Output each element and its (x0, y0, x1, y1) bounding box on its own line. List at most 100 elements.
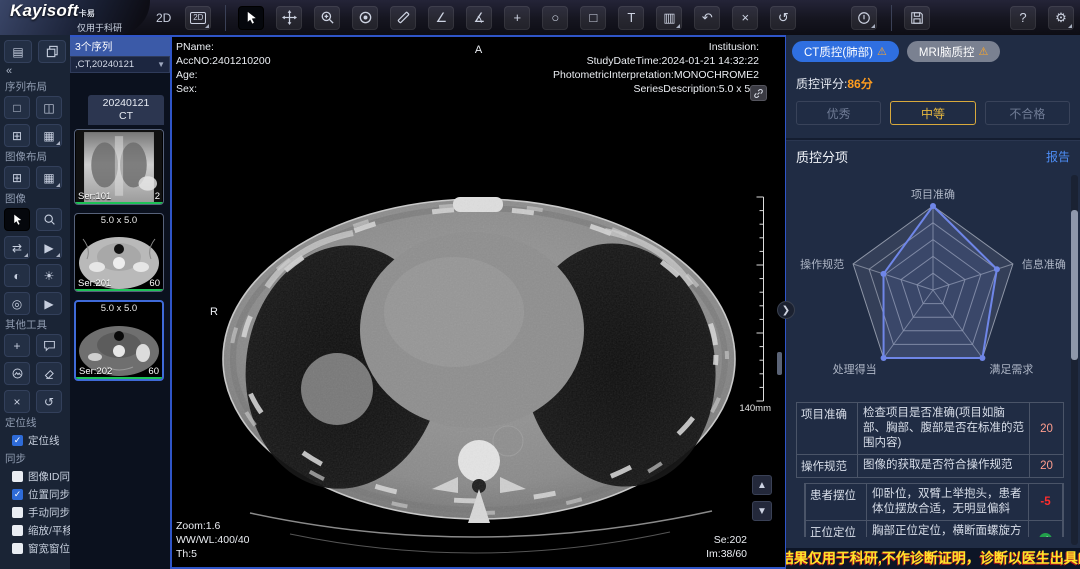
image-grid-3x3-icon[interactable]: ▦ (36, 166, 62, 189)
delete-tool-icon[interactable]: × (4, 390, 30, 413)
image-grid-2x2-icon[interactable]: ⊞ (4, 166, 30, 189)
warning-icon: ⚠ (877, 45, 887, 58)
logo-cn-text: 卡易 (79, 9, 95, 18)
grade-fail-button[interactable]: 不合格 (985, 101, 1070, 125)
info-icon[interactable] (851, 6, 877, 30)
item-name: 患者摆位 (806, 484, 866, 520)
panel-expander-button[interactable]: ❯ (777, 301, 795, 319)
grade-excellent-button[interactable]: 优秀 (796, 101, 881, 125)
text-annotation-icon[interactable]: T (618, 6, 644, 30)
item-score: 20 (1040, 423, 1053, 435)
undo-icon[interactable]: ↶ (694, 6, 720, 30)
sync-section-label: 同步 (5, 451, 66, 466)
layout-1x2-icon[interactable]: ◫ (36, 96, 62, 119)
logo-tagline: 仅用于科研 (10, 23, 150, 33)
image-layout-icon[interactable]: ▥ (656, 6, 682, 30)
sync-checkbox[interactable]: 窗宽窗位 (12, 541, 66, 556)
checkbox-icon (12, 525, 23, 536)
sync-checkbox[interactable]: 手动同步 (12, 505, 66, 520)
image-layout-label: 图像布局 (5, 149, 66, 164)
logo-text: Kayisoft (10, 1, 79, 20)
disclaimer-banner: 结果仅用于科研,不作诊断证明，诊断以医生出具的诊断 (786, 548, 1080, 569)
main-viewport[interactable]: PName: AccNO:2401210200 Age: Sex: A R In… (170, 35, 786, 569)
qc-table-row: 项目准确 检查项目是否准确(项目如脑部、胸部、腹部是否在标准的范围内容) 20 (796, 403, 1064, 455)
tab-mri-qc[interactable]: MRI脑质控⚠ (907, 41, 1000, 62)
qc-table-row: 患者摆位 仰卧位，双臂上举抱头，患者体位摆放合适，无明显偏斜 -5 (805, 484, 1063, 521)
panel-layout-icon[interactable]: ▤ (4, 40, 32, 63)
qc-radar-chart: 项目准确信息准确满足需求处理得当操作规范 (786, 166, 1080, 402)
export-copy-icon[interactable] (38, 40, 66, 63)
window-level-icon[interactable] (352, 6, 378, 30)
zoom-in-icon[interactable] (314, 6, 340, 30)
rectangle-roi-icon[interactable]: □ (580, 6, 606, 30)
report-link[interactable]: 报告 (1046, 148, 1070, 165)
image-count: 60 (148, 366, 159, 377)
qc-subtable: 患者摆位 仰卧位，双臂上举抱头，患者体位摆放合适，无明显偏斜 -5正位定位 胸部… (804, 483, 1064, 537)
sync-checkbox[interactable]: ✓位置同步 (12, 487, 66, 502)
length-measure-icon[interactable] (390, 6, 416, 30)
svg-text:满足需求: 满足需求 (989, 363, 1033, 376)
layout-2d-icon[interactable]: 2D (185, 6, 211, 30)
reset-icon[interactable]: ↺ (770, 6, 796, 30)
study-group-header[interactable]: 20240121 CT (88, 95, 164, 125)
delete-annotation-icon[interactable]: × (732, 6, 758, 30)
qc-table-row: 操作规范 图像的获取是否符合操作规范 20 (796, 455, 1064, 478)
panel-scrollbar[interactable] (1071, 210, 1078, 360)
locator-checkbox[interactable]: ✓定位线 (12, 433, 66, 448)
eraser-icon[interactable] (36, 362, 62, 385)
settings-gear-icon[interactable]: ⚙ (1048, 6, 1074, 30)
layout-2x2-icon[interactable]: ⊞ (4, 124, 30, 147)
tab-ct-qc[interactable]: CT质控(肺部)⚠ (792, 41, 899, 62)
qc-table-row: 正位定位 胸部正位定位，横断面螺旋方式扫描，有胸部正位定位图像 ✓ (805, 521, 1063, 537)
pointer-icon[interactable] (238, 6, 264, 30)
angle-measure-icon[interactable]: ∠ (428, 6, 454, 30)
previous-image-button[interactable]: ▲ (752, 475, 772, 495)
sync-checkbox[interactable]: 缩放/平移 (12, 523, 66, 538)
loaded-progress-bar (75, 289, 163, 291)
item-desc: 仰卧位，双臂上举抱头，患者体位摆放合适，无明显偏斜 (866, 484, 1029, 520)
play-icon[interactable]: ▶ (36, 292, 62, 315)
help-icon[interactable]: ? (1010, 6, 1036, 30)
magnify-icon[interactable] (36, 208, 62, 231)
study-select-dropdown[interactable]: ,CT,20240121▼ (70, 56, 170, 73)
save-icon[interactable] (904, 6, 930, 30)
overlay-study-info: Institusion: StudyDateTime:2024-01-21 14… (553, 40, 759, 96)
series-thumbnail-ser-201[interactable]: 5.0 x 5.0Ser:20160 (74, 213, 164, 292)
item-name: 项目准确 (797, 403, 857, 454)
layout-3x3-icon[interactable]: ▦ (36, 124, 62, 147)
record-icon[interactable]: ◎ (4, 292, 30, 315)
series-thumbnail-ser-202[interactable]: 5.0 x 5.0 Ser:202 60 (74, 300, 164, 381)
warning-icon: ⚠ (978, 45, 988, 58)
image-pointer-icon[interactable] (4, 208, 30, 231)
point-marker-icon[interactable]: + (504, 6, 530, 30)
thumbnail-desc: 5.0 x 5.0 (76, 302, 162, 315)
checkbox-label: 位置同步 (28, 487, 70, 502)
ellipse-roi-icon[interactable]: ○ (542, 6, 568, 30)
pan-icon[interactable] (276, 6, 302, 30)
image-scrollbar[interactable] (777, 352, 782, 375)
series-layout-label: 序列布局 (5, 79, 66, 94)
comment-icon[interactable] (36, 334, 62, 357)
add-point-icon[interactable]: + (4, 334, 30, 357)
brightness-icon[interactable]: ☀ (36, 264, 62, 287)
reset-tool-icon[interactable]: ↺ (36, 390, 62, 413)
cine-flag-icon[interactable]: ▶ (36, 236, 62, 259)
series-thumbnail-ser-101[interactable]: Ser:1012 (74, 129, 164, 205)
collapse-sidebar-button[interactable]: « (6, 65, 66, 77)
ct-axial-image[interactable] (172, 37, 786, 567)
cobb-angle-icon[interactable]: ∡ (466, 6, 492, 30)
image-count: 2 (155, 191, 160, 202)
cursor-icon (244, 10, 259, 25)
link-series-button[interactable] (750, 85, 767, 101)
qc-breakdown-title: 质控分项 (796, 147, 848, 166)
sync-checkbox[interactable]: 图像ID同步 (12, 469, 66, 484)
series-number: Ser:202 (79, 366, 112, 377)
app-logo: Kayisoft卡易 仅用于科研 (0, 0, 150, 35)
invert-icon[interactable]: ◐ (4, 264, 30, 287)
checkbox-label: 缩放/平移 (28, 523, 73, 538)
grade-medium-button[interactable]: 中等 (890, 101, 975, 125)
layout-1x1-icon[interactable]: □ (4, 96, 30, 119)
next-image-button[interactable]: ▼ (752, 501, 772, 521)
annotate-stamp-icon[interactable] (4, 362, 30, 385)
rotate-flip-icon[interactable]: ⇄ (4, 236, 30, 259)
